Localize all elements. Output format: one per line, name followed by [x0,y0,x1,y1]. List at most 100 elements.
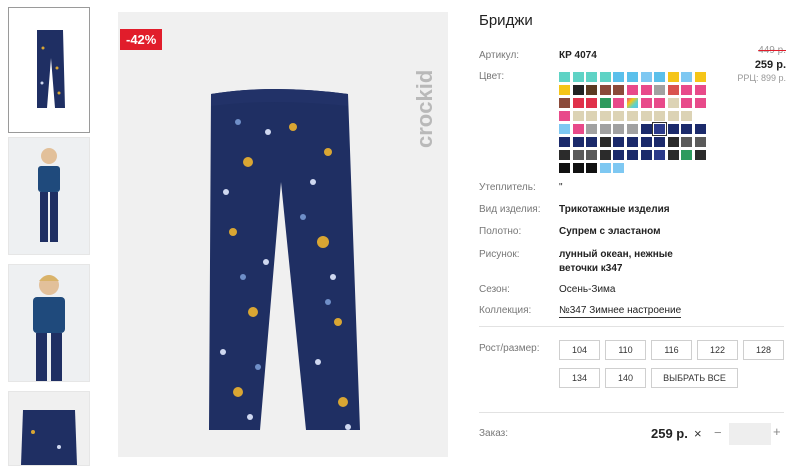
color-swatch[interactable] [599,150,611,160]
color-swatch[interactable] [613,85,625,95]
color-swatch[interactable] [599,124,611,134]
quantity-input[interactable] [729,423,771,445]
color-swatch[interactable] [559,72,570,82]
color-swatch[interactable] [599,111,611,121]
collection-link[interactable]: №347 Зимнее настроение [559,305,682,318]
color-swatch[interactable] [599,137,611,147]
plus-icon[interactable]: + [773,424,781,439]
color-swatch[interactable] [586,98,598,108]
color-swatch[interactable] [572,98,584,108]
color-swatch[interactable] [654,85,666,95]
pants-illustration [209,89,360,430]
color-swatch[interactable] [695,85,706,95]
color-swatch[interactable] [586,163,598,173]
color-swatch[interactable] [627,150,638,160]
color-swatch[interactable] [640,85,652,95]
color-swatch[interactable] [613,124,625,134]
color-swatch[interactable] [586,111,598,121]
color-swatch[interactable] [695,137,706,147]
thumbnail-1[interactable] [8,7,90,133]
color-swatch[interactable] [627,85,638,95]
color-swatch[interactable] [667,85,679,95]
color-swatch[interactable] [559,163,570,173]
color-swatch[interactable] [667,72,679,82]
color-swatch[interactable] [586,85,598,95]
color-swatch[interactable] [654,111,666,121]
color-swatch[interactable] [654,137,666,147]
size-option-110[interactable]: 110 [605,340,646,360]
color-swatch[interactable] [586,124,598,134]
color-swatch[interactable] [586,150,598,160]
color-swatch[interactable] [681,111,693,121]
color-swatch[interactable] [599,163,611,173]
color-swatch[interactable] [640,124,652,134]
color-swatch[interactable] [572,163,584,173]
color-swatch[interactable] [599,85,611,95]
color-swatch[interactable] [667,98,679,108]
size-option-122[interactable]: 122 [697,340,738,360]
color-swatch[interactable] [667,111,679,121]
thumbnail-4[interactable] [8,391,90,466]
color-swatch[interactable] [654,98,666,108]
color-swatch[interactable] [640,111,652,121]
thumbnail-2[interactable] [8,137,90,255]
color-swatch[interactable] [627,137,638,147]
thumbnail-3[interactable] [8,264,90,382]
color-swatch[interactable] [654,72,666,82]
color-swatch[interactable] [613,98,625,108]
size-option-116[interactable]: 116 [651,340,692,360]
size-option-128[interactable]: 128 [743,340,784,360]
color-swatch[interactable] [559,98,570,108]
color-swatch[interactable] [681,150,693,160]
size-option-104[interactable]: 104 [559,340,600,360]
color-swatch[interactable] [695,98,706,108]
color-swatch[interactable] [667,137,679,147]
color-swatch[interactable] [559,150,570,160]
size-option-140[interactable]: 140 [605,368,646,388]
color-swatch[interactable] [627,72,638,82]
minus-icon[interactable]: − [714,425,722,440]
color-swatch[interactable] [640,72,652,82]
color-swatch[interactable] [695,72,706,82]
size-option-134[interactable]: 134 [559,368,600,388]
color-swatch[interactable] [640,98,652,108]
thumbnail-pants-closeup-image [9,392,89,465]
color-swatch[interactable] [627,111,638,121]
color-swatch[interactable] [681,98,693,108]
select-all-sizes-button[interactable]: ВЫБРАТЬ ВСЕ [651,368,738,388]
color-swatch[interactable] [572,124,584,134]
color-swatch[interactable] [572,150,584,160]
color-swatch[interactable] [572,72,584,82]
color-swatch[interactable] [559,124,570,134]
color-swatch[interactable] [681,72,693,82]
color-swatch[interactable] [681,137,693,147]
color-swatch[interactable] [640,150,652,160]
color-swatch[interactable] [627,98,638,108]
color-swatch[interactable] [572,137,584,147]
color-swatch[interactable] [586,137,598,147]
color-swatch[interactable] [613,137,625,147]
color-swatch[interactable] [667,150,679,160]
color-swatch[interactable] [652,122,668,136]
color-swatch[interactable] [572,111,584,121]
color-swatch[interactable] [627,124,638,134]
color-swatch[interactable] [613,111,625,121]
color-swatch[interactable] [613,72,625,82]
color-swatch[interactable] [695,124,706,134]
color-swatch[interactable] [613,150,625,160]
color-swatch[interactable] [559,111,570,121]
color-swatch[interactable] [559,137,570,147]
color-swatch[interactable] [586,72,598,82]
color-swatch[interactable] [695,150,706,160]
color-swatch[interactable] [681,124,693,134]
color-swatch[interactable] [654,150,666,160]
color-swatch[interactable] [667,124,679,134]
color-swatch[interactable] [572,85,584,95]
color-swatch[interactable] [599,72,611,82]
color-swatch[interactable] [613,163,625,173]
color-swatch[interactable] [599,98,611,108]
remove-icon[interactable]: × [694,426,702,441]
color-swatch[interactable] [681,85,693,95]
color-swatch[interactable] [559,85,570,95]
color-swatch[interactable] [640,137,652,147]
